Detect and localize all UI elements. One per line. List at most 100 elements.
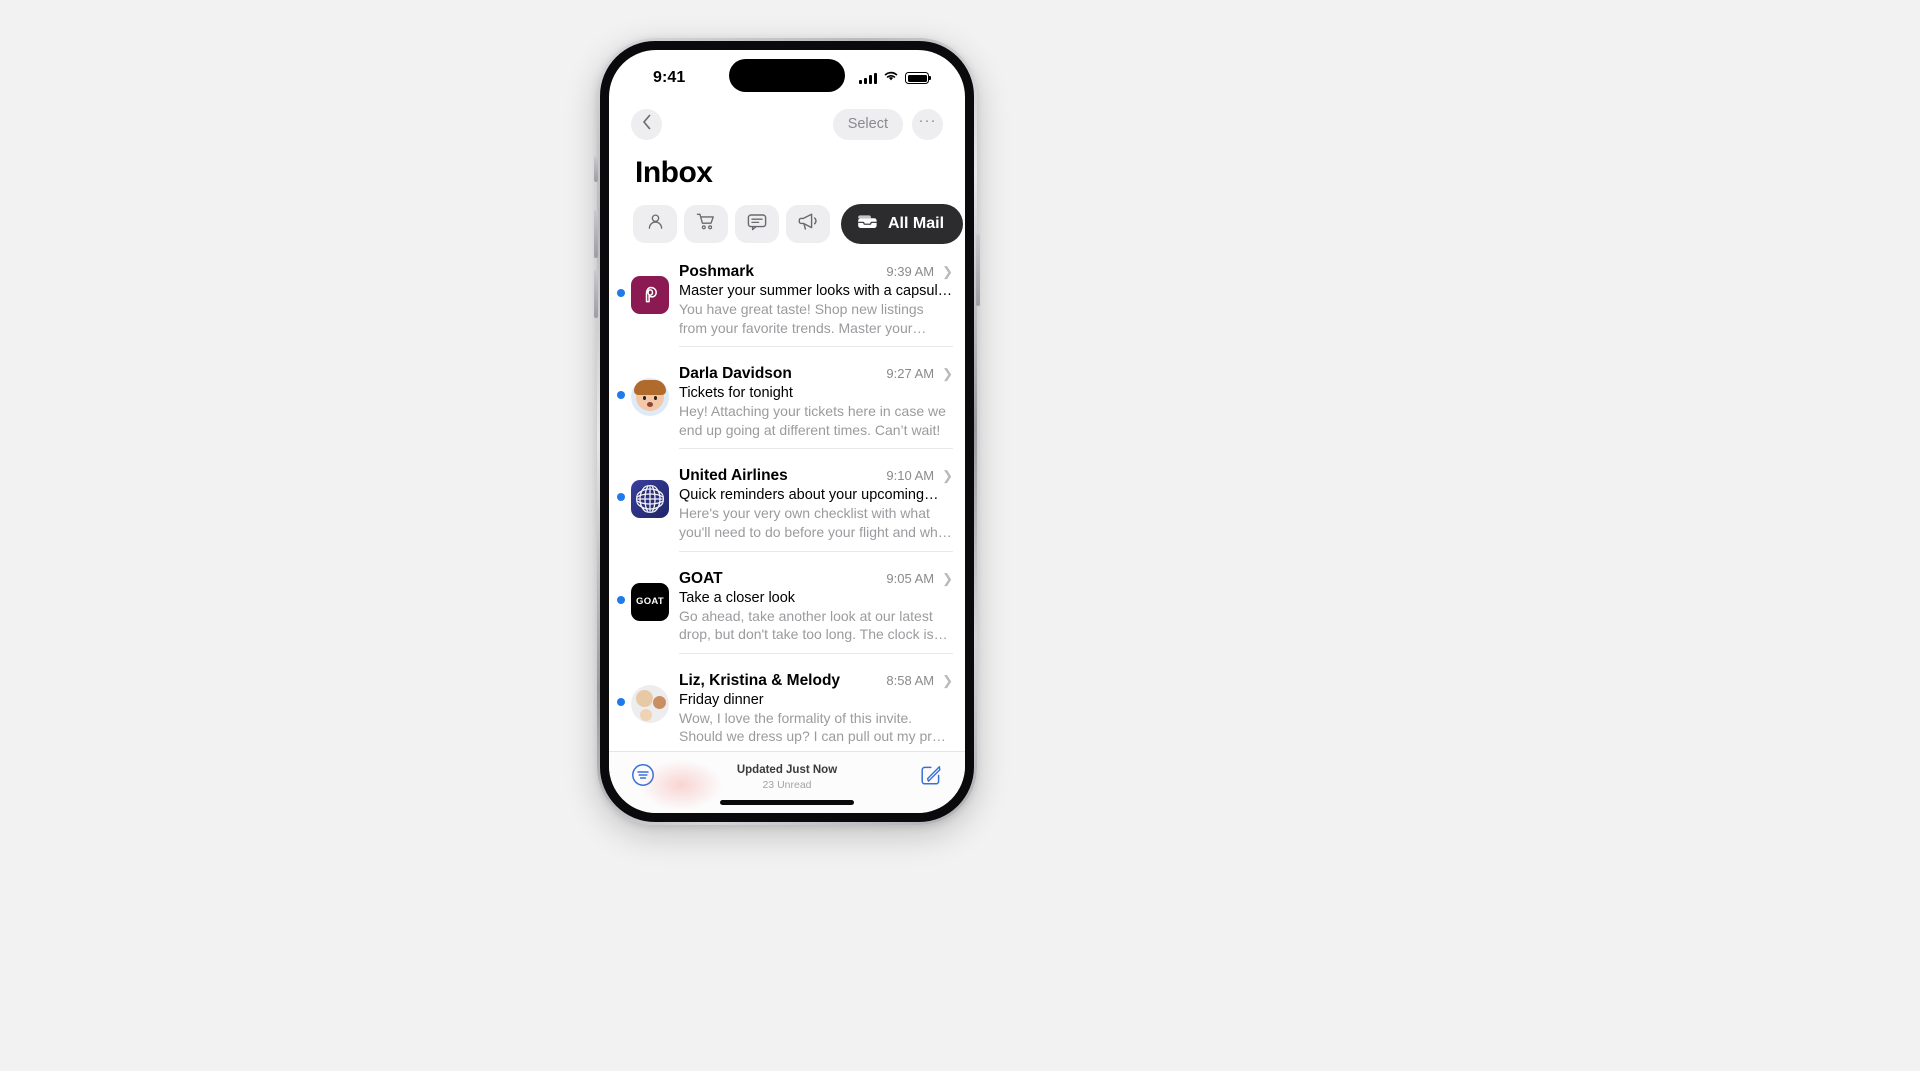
- mail-preview: Here's your very own checklist with what…: [679, 505, 952, 541]
- group-memoji-face-1: [635, 688, 654, 708]
- table-row[interactable]: GOAT GOAT 9:05 AM ❯ Take a closer look G…: [609, 561, 965, 663]
- mail-row-content: Liz, Kristina & Melody 8:58 AM ❯ Friday …: [679, 672, 953, 751]
- category-chip-updates[interactable]: [735, 205, 779, 243]
- mail-preview: Hey! Attaching your tickets here in case…: [679, 403, 946, 438]
- mail-sender: United Airlines: [679, 467, 788, 485]
- mail-row-content: GOAT 9:05 AM ❯ Take a closer look Go ahe…: [679, 570, 953, 654]
- mail-row-header: GOAT 9:05 AM ❯: [679, 570, 953, 588]
- mail-subject: Take a closer look: [679, 589, 796, 606]
- table-row[interactable]: Poshmark 9:39 AM ❯ Master your summer lo…: [609, 254, 965, 356]
- mail-timestamp: 9:05 AM: [886, 570, 935, 586]
- compose-pencil-icon[interactable]: [919, 763, 943, 792]
- signal-bars-icon: [859, 72, 877, 84]
- unread-indicator-dot: [617, 493, 625, 502]
- shopping-cart-icon: [696, 212, 716, 236]
- home-indicator: [720, 800, 854, 805]
- mail-list[interactable]: Poshmark 9:39 AM ❯ Master your summer lo…: [609, 244, 965, 751]
- phone-bezel: 9:41 Select ··· Inbox All Mail Poshmark …: [600, 41, 974, 822]
- mail-subject: Tickets for tonight: [679, 385, 793, 402]
- status-bar-time: 9:41: [653, 69, 686, 86]
- back-button[interactable]: [631, 108, 662, 140]
- mail-subject: Friday dinner: [679, 691, 764, 708]
- group-memoji-avatar: [631, 684, 669, 723]
- table-row[interactable]: Liz, Kristina & Melody 8:58 AM ❯ Friday …: [609, 663, 965, 751]
- memoji-eye-left: [643, 396, 646, 400]
- memoji-face: [634, 380, 666, 412]
- phone-screen: 9:41 Select ··· Inbox All Mail Poshmark …: [609, 50, 965, 813]
- group-memoji-face-3: [639, 707, 653, 722]
- mail-sender: GOAT: [679, 569, 723, 587]
- group-memoji-face-2: [652, 694, 667, 710]
- all-mail-label: All Mail: [888, 215, 945, 232]
- filter-lines-icon[interactable]: [631, 763, 655, 792]
- mail-preview: Go ahead, take another look at our lates…: [679, 607, 948, 643]
- ellipsis-icon: ···: [918, 112, 937, 129]
- all-mail-filter-pill[interactable]: All Mail: [841, 204, 964, 244]
- chevron-right-icon[interactable]: ❯: [942, 571, 953, 587]
- mail-sender: Darla Davidson: [679, 365, 792, 383]
- chevron-right-icon[interactable]: ❯: [942, 264, 953, 280]
- table-row[interactable]: Darla Davidson 9:27 AM ❯ Tickets for ton…: [609, 356, 965, 458]
- chevron-left-icon: [642, 114, 652, 135]
- mail-sender: Poshmark: [679, 263, 754, 280]
- navigation-actions: Select ···: [832, 108, 943, 140]
- poshmark-logo-avatar: [631, 276, 669, 314]
- select-button-label: Select: [847, 116, 888, 132]
- mail-row-content: Poshmark 9:39 AM ❯ Master your summer lo…: [679, 263, 953, 348]
- category-filter-row: All Mail: [609, 204, 965, 244]
- mail-row-header: Poshmark 9:39 AM ❯: [679, 263, 953, 281]
- chat-bubble-icon: [747, 213, 767, 236]
- chevron-right-icon[interactable]: ❯: [942, 673, 953, 689]
- mail-sender: Liz, Kristina & Melody: [679, 671, 841, 689]
- category-chip-transactions[interactable]: [684, 205, 728, 243]
- mail-subject: Master your summer looks with a capsule…: [679, 283, 953, 299]
- page-title: Inbox: [635, 156, 713, 189]
- megaphone-icon: [798, 212, 819, 236]
- mail-row-content: United Airlines 9:10 AM ❯ Quick reminder…: [679, 467, 953, 552]
- table-row[interactable]: United Airlines 9:10 AM ❯ Quick reminder…: [609, 458, 965, 560]
- sync-status-text: Updated Just Now 23 Unread: [737, 763, 837, 792]
- unread-indicator-dot: [617, 391, 625, 400]
- mail-preview: Wow, I love the formality of this invite…: [679, 709, 952, 745]
- dynamic-island: [729, 59, 845, 92]
- chevron-right-icon[interactable]: ❯: [942, 468, 953, 484]
- phone-device-frame: 9:41 Select ··· Inbox All Mail Poshmark …: [594, 38, 980, 825]
- updated-label: Updated Just Now: [736, 764, 838, 777]
- mail-row-header: Darla Davidson 9:27 AM ❯: [679, 365, 953, 383]
- power-button[interactable]: [976, 234, 980, 306]
- mail-timestamp: 9:27 AM: [886, 366, 935, 382]
- unread-indicator-dot: [617, 595, 625, 604]
- wifi-icon: [883, 69, 899, 87]
- memoji-eye-right: [654, 396, 657, 400]
- silent-switch-button[interactable]: [594, 156, 598, 182]
- volume-down-button[interactable]: [594, 270, 598, 318]
- mail-row-header: United Airlines 9:10 AM ❯: [679, 467, 953, 485]
- mailboxes-stack-icon: [856, 212, 879, 236]
- select-button[interactable]: Select: [832, 108, 903, 140]
- darla-davidson-memoji-avatar: [631, 378, 669, 417]
- memoji-hair: [634, 380, 666, 396]
- mail-timestamp: 8:58 AM: [886, 672, 935, 688]
- chevron-right-icon[interactable]: ❯: [942, 366, 953, 382]
- more-options-button[interactable]: ···: [912, 108, 943, 140]
- mail-row-header: Liz, Kristina & Melody 8:58 AM ❯: [679, 672, 953, 690]
- status-bar-indicators: [859, 69, 932, 87]
- memoji-mouth: [647, 402, 653, 408]
- category-chip-promotions[interactable]: [786, 205, 830, 243]
- person-icon: [646, 212, 665, 236]
- goat-logo-avatar: GOAT: [631, 582, 669, 621]
- mail-row-content: Darla Davidson 9:27 AM ❯ Tickets for ton…: [679, 365, 953, 450]
- mail-timestamp: 9:39 AM: [886, 264, 935, 279]
- category-chip-primary[interactable]: [633, 205, 677, 243]
- mail-preview: You have great taste! Shop new listings …: [679, 301, 924, 336]
- navigation-bar: Select ···: [609, 100, 965, 148]
- unread-indicator-dot: [617, 697, 625, 706]
- status-bar: 9:41: [609, 50, 965, 100]
- mail-subject: Quick reminders about your upcoming…: [679, 487, 939, 504]
- unread-count-label: 23 Unread: [762, 778, 812, 791]
- volume-up-button[interactable]: [594, 210, 598, 258]
- united-airlines-logo-avatar: [631, 480, 669, 519]
- bottom-toolbar: Updated Just Now 23 Unread: [609, 751, 965, 813]
- mail-timestamp: 9:10 AM: [886, 468, 935, 484]
- unread-indicator-dot: [617, 289, 625, 297]
